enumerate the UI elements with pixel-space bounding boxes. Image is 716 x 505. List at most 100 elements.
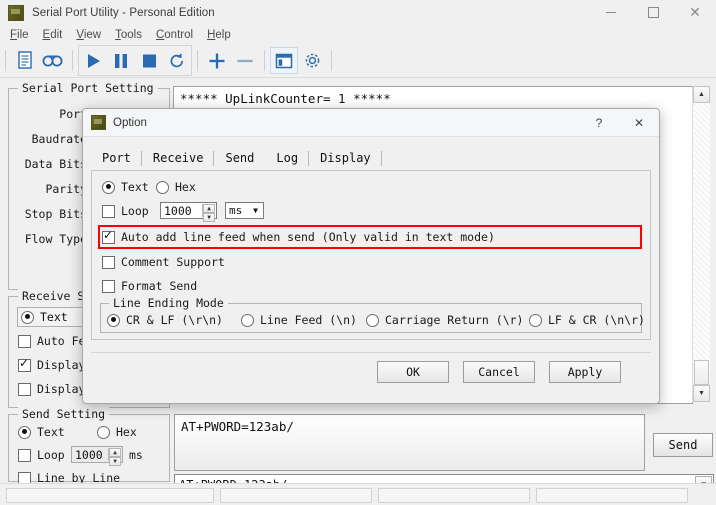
send-hex-radio[interactable]: Hex bbox=[97, 425, 137, 439]
dialog-help-button[interactable]: ? bbox=[579, 109, 619, 137]
menu-tools-label: ools bbox=[120, 28, 142, 41]
dialog-title: Option bbox=[113, 116, 147, 129]
receive-display-2-checkbox[interactable]: Display bbox=[18, 382, 85, 396]
checkbox-box bbox=[102, 204, 115, 218]
toolbar-divider-3 bbox=[197, 50, 198, 71]
layout-button[interactable] bbox=[270, 47, 298, 74]
new-file-button[interactable] bbox=[11, 47, 39, 74]
line-ending-crlf-label: CR & LF (\r\n) bbox=[126, 313, 223, 327]
dialog-text-label: Text bbox=[121, 180, 149, 194]
scroll-down-arrow-icon[interactable]: ▼ bbox=[693, 385, 710, 402]
label-flow-type: Flow Type bbox=[24, 232, 87, 246]
dialog-apply-button[interactable]: Apply bbox=[549, 361, 621, 383]
dialog-loop-unit-combobox[interactable]: ms ▼ bbox=[225, 202, 264, 219]
line-ending-crlf-radio[interactable]: CR & LF (\r\n) bbox=[107, 313, 223, 327]
tab-receive[interactable]: Receive bbox=[142, 147, 215, 170]
help-icon: ? bbox=[595, 116, 603, 130]
tab-log-label: Log bbox=[276, 151, 299, 165]
toolbar-divider-5 bbox=[331, 50, 332, 71]
send-tab-panel: Text Hex Loop 1000 ▲ ▼ ms ▼ ✓ Auto add l… bbox=[91, 170, 651, 340]
pause-icon bbox=[115, 53, 127, 68]
record-button[interactable] bbox=[39, 47, 67, 74]
menu-help-label: elp bbox=[215, 28, 231, 41]
tab-port[interactable]: Port bbox=[91, 147, 142, 170]
tab-send[interactable]: Send bbox=[214, 147, 266, 170]
menu-file[interactable]: File bbox=[3, 27, 36, 43]
spinner-down-icon[interactable]: ▼ bbox=[203, 213, 215, 222]
dialog-loop-label: Loop bbox=[121, 204, 149, 218]
receive-text-radio[interactable] bbox=[21, 310, 34, 324]
checkbox-box bbox=[18, 334, 31, 348]
status-cell-3 bbox=[378, 487, 530, 503]
tab-log[interactable]: Log bbox=[265, 147, 309, 170]
spinner-up-icon[interactable]: ▲ bbox=[109, 448, 121, 457]
spinner-up-icon[interactable]: ▲ bbox=[203, 204, 215, 213]
checkbox-box bbox=[18, 382, 31, 396]
app-icon bbox=[8, 4, 24, 21]
dialog-loop-spinner[interactable]: ▲ ▼ bbox=[202, 204, 215, 222]
send-button[interactable]: Send bbox=[653, 433, 713, 457]
stop-button[interactable] bbox=[135, 47, 163, 74]
status-cell-4 bbox=[536, 487, 688, 503]
pause-button[interactable] bbox=[107, 47, 135, 74]
send-loop-spinner[interactable]: ▲ ▼ bbox=[108, 448, 121, 466]
status-bar bbox=[0, 483, 716, 505]
line-ending-lf-label: Line Feed (\n) bbox=[260, 313, 357, 327]
new-file-icon bbox=[17, 51, 32, 69]
toolbar-divider bbox=[5, 50, 6, 71]
menu-view[interactable]: View bbox=[69, 27, 108, 43]
scrollbar-thumb[interactable] bbox=[694, 360, 709, 385]
send-loop-label: Loop bbox=[37, 448, 65, 462]
line-ending-lfcr-radio[interactable]: LF & CR (\n\r) bbox=[529, 313, 645, 327]
line-ending-lf-radio[interactable]: Line Feed (\n) bbox=[241, 313, 357, 327]
dialog-close-button[interactable]: ✕ bbox=[619, 109, 659, 137]
send-loop-checkbox[interactable]: Loop bbox=[18, 448, 65, 462]
remove-button[interactable] bbox=[231, 47, 259, 74]
dialog-cancel-button[interactable]: Cancel bbox=[463, 361, 535, 383]
close-button[interactable]: ✕ bbox=[674, 0, 716, 25]
send-text-input[interactable]: AT+PWORD=123ab/ bbox=[174, 414, 645, 471]
menu-edit[interactable]: Edit bbox=[36, 27, 70, 43]
send-text-radio[interactable]: Text bbox=[18, 425, 65, 439]
send-loop-value-input[interactable]: 1000 ▲ ▼ bbox=[71, 446, 123, 466]
scrollbar-track[interactable] bbox=[693, 103, 710, 385]
settings-button[interactable] bbox=[298, 47, 326, 74]
send-button-label: Send bbox=[668, 438, 698, 452]
menu-bar: File Edit View Tools Control Help bbox=[0, 25, 716, 44]
receive-display-2-label: Display bbox=[37, 382, 86, 396]
receive-display-1-checkbox[interactable]: Display bbox=[18, 356, 85, 372]
dialog-hex-radio[interactable]: Hex bbox=[156, 180, 196, 194]
comment-support-checkbox[interactable]: Comment Support bbox=[102, 255, 225, 269]
menu-tools[interactable]: Tools bbox=[108, 27, 149, 43]
scroll-up-arrow-icon[interactable]: ▲ bbox=[693, 86, 710, 103]
receive-auto-feed-checkbox[interactable]: Auto Fe bbox=[18, 334, 85, 348]
label-baudrate: Baudrate bbox=[31, 132, 87, 146]
dialog-tabs: Port Receive Send Log Display bbox=[91, 145, 651, 170]
refresh-button[interactable] bbox=[163, 47, 191, 74]
play-button[interactable] bbox=[79, 47, 107, 74]
line-ending-mode-legend: Line Ending Mode bbox=[109, 296, 228, 310]
minimize-button[interactable] bbox=[590, 0, 632, 25]
checkbox-box bbox=[18, 448, 31, 462]
auto-add-line-feed-checkbox[interactable]: Auto add line feed when send (Only valid… bbox=[102, 228, 495, 244]
menu-control[interactable]: Control bbox=[149, 27, 200, 43]
app-window: Serial Port Utility - Personal Edition ✕… bbox=[0, 0, 716, 505]
status-cell-2 bbox=[220, 487, 372, 503]
dialog-ok-button[interactable]: OK bbox=[377, 361, 449, 383]
spinner-down-icon[interactable]: ▼ bbox=[109, 457, 121, 466]
dialog-text-radio[interactable]: Text bbox=[102, 180, 149, 194]
dialog-loop-checkbox[interactable]: Loop bbox=[102, 204, 149, 218]
receive-vertical-scrollbar[interactable]: ▲ ▼ bbox=[692, 86, 710, 402]
comment-support-label: Comment Support bbox=[121, 255, 225, 269]
add-button[interactable] bbox=[203, 47, 231, 74]
tab-display[interactable]: Display bbox=[309, 147, 382, 170]
line-ending-cr-radio[interactable]: Carriage Return (\r) bbox=[366, 313, 523, 327]
maximize-button[interactable] bbox=[632, 0, 674, 25]
label-data-bits: Data Bits bbox=[24, 157, 87, 171]
tab-port-label: Port bbox=[102, 151, 131, 165]
chevron-down-icon[interactable]: ▼ bbox=[249, 204, 262, 217]
format-send-checkbox[interactable]: Format Send bbox=[102, 279, 197, 293]
line-ending-mode-group: Line Ending Mode CR & LF (\r\n) Line Fee… bbox=[100, 296, 645, 333]
dialog-loop-value-input[interactable]: 1000 ▲ ▼ bbox=[160, 202, 217, 222]
menu-help[interactable]: Help bbox=[200, 27, 238, 43]
